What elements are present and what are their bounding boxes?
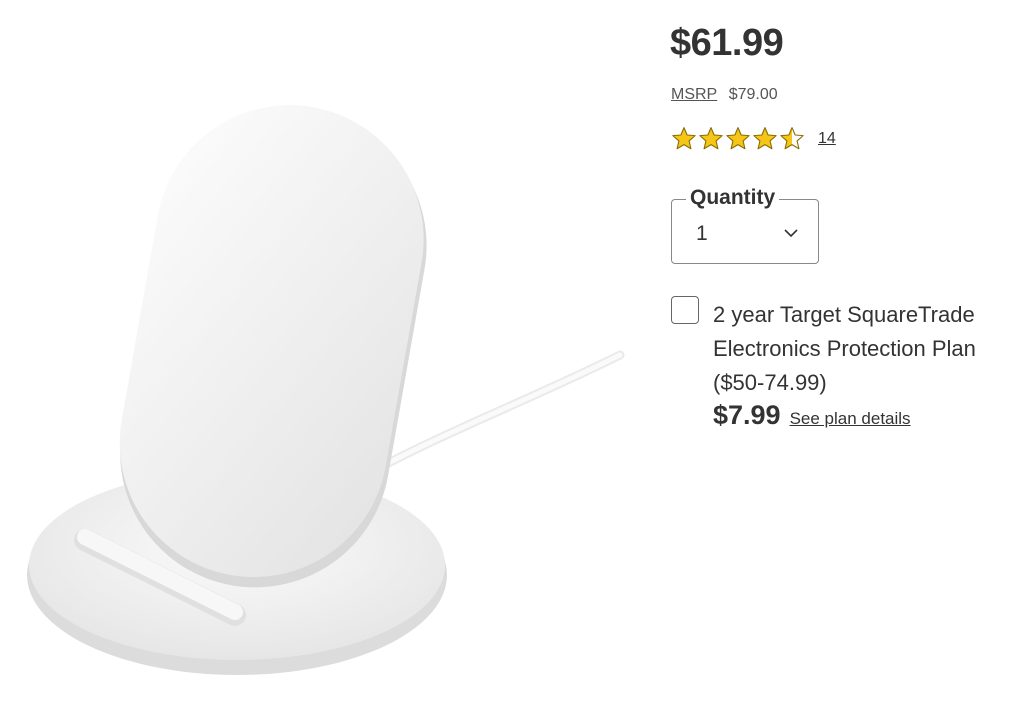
protection-plan-price-row: $7.99 See plan details <box>713 400 911 431</box>
protection-plan-line1: 2 year Target SquareTrade <box>713 302 975 327</box>
msrp-label[interactable]: MSRP <box>671 86 717 103</box>
protection-plan-price: $7.99 <box>713 400 781 430</box>
chevron-down-icon <box>784 229 798 238</box>
star-icon <box>699 127 723 150</box>
protection-plan-description: 2 year Target SquareTrade Electronics Pr… <box>713 298 1023 400</box>
quantity-select[interactable]: Quantity 1 <box>671 186 819 264</box>
protection-plan-line2: Electronics Protection Plan <box>713 336 976 361</box>
msrp-row: MSRP $79.00 <box>671 86 778 104</box>
protection-plan-checkbox[interactable] <box>671 296 699 324</box>
star-icon <box>672 127 696 150</box>
star-icon <box>726 127 750 150</box>
star-rating <box>671 126 806 152</box>
review-count-link[interactable]: 14 <box>818 130 836 148</box>
product-price: $61.99 <box>670 22 784 64</box>
quantity-value: 1 <box>696 222 708 245</box>
star-icon <box>780 127 804 150</box>
msrp-value: $79.00 <box>728 86 778 103</box>
product-image <box>0 0 640 705</box>
quantity-label: Quantity <box>686 186 780 210</box>
rating-row[interactable]: 14 <box>671 126 836 152</box>
see-plan-details-link[interactable]: See plan details <box>790 409 911 429</box>
protection-plan-line3: ($50-74.99) <box>713 370 827 395</box>
star-icon <box>753 127 777 150</box>
